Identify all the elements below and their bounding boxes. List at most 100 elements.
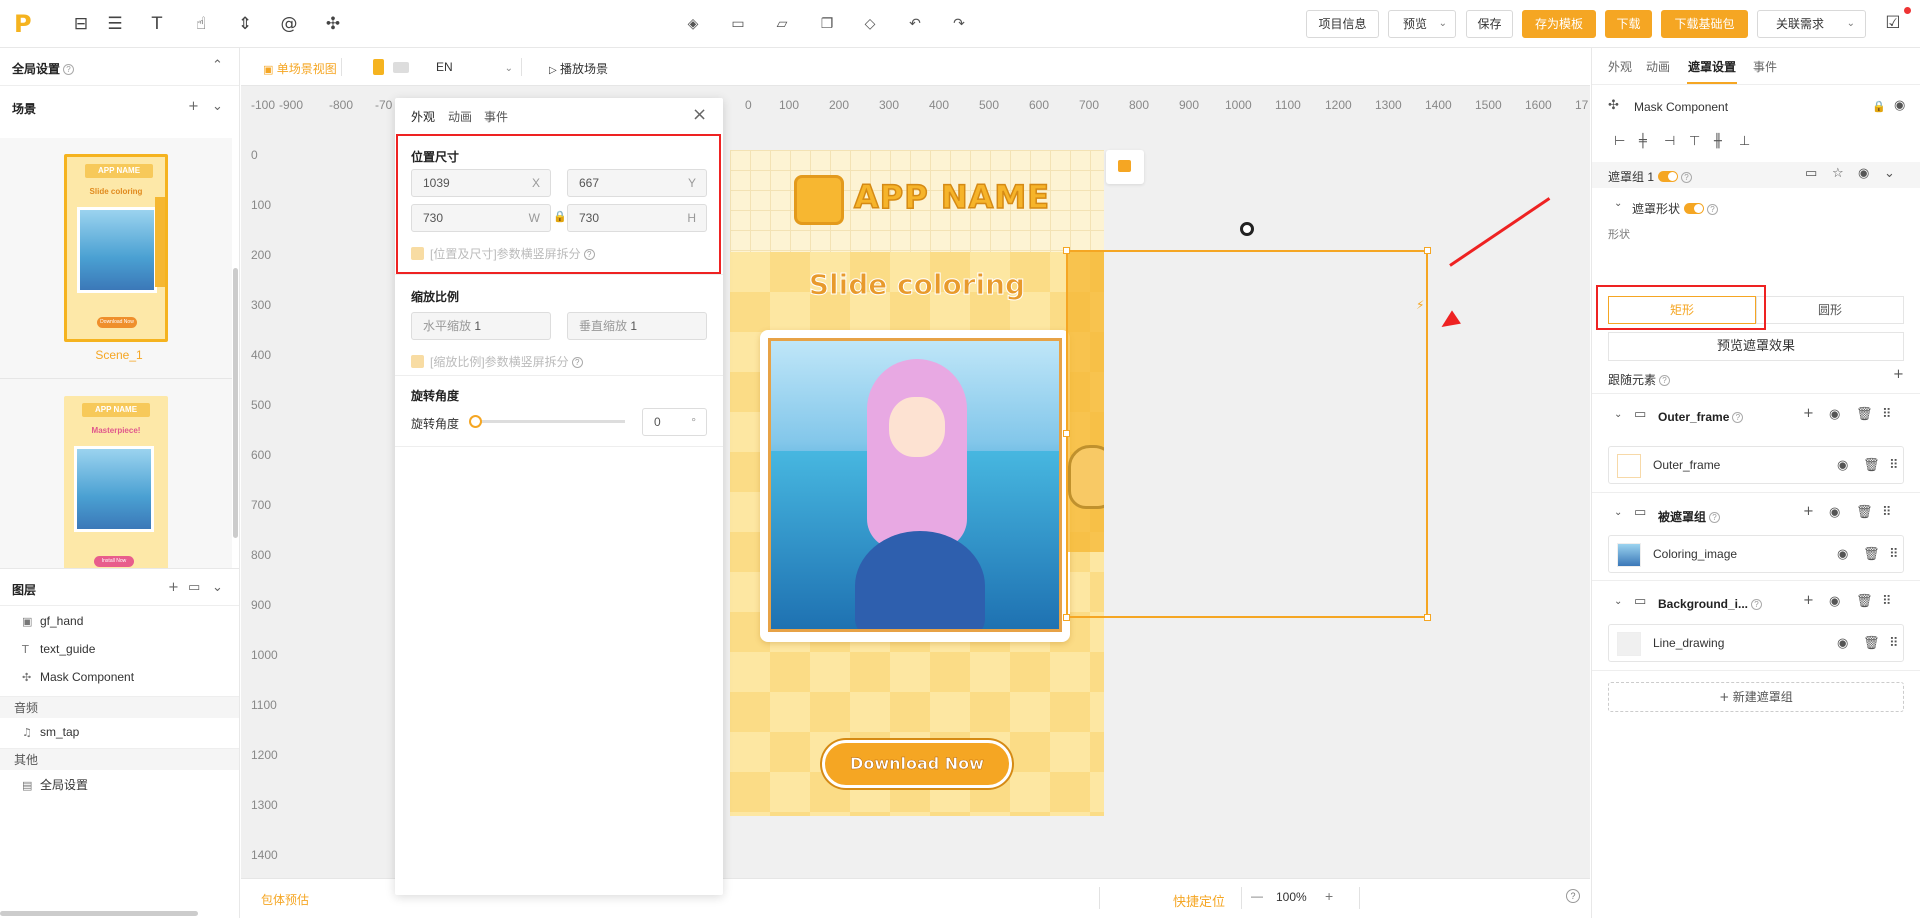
align-bottom-icon[interactable]: ⊥ (1739, 134, 1750, 149)
help-icon[interactable]: ? (1566, 889, 1580, 903)
help-icon[interactable]: ? (1707, 204, 1719, 215)
chevron-down-icon[interactable]: ⌄ (1614, 198, 1622, 209)
undo-icon[interactable]: ↶ (905, 14, 925, 34)
selection-box[interactable] (1066, 250, 1428, 618)
align-top-icon[interactable]: ⊤ (1689, 134, 1700, 149)
resize-handle[interactable] (1424, 614, 1431, 621)
download-now-button[interactable]: Download Now (822, 740, 1012, 788)
coloring-image-item[interactable]: Coloring_image ◉ 🗑 ⠿ (1608, 535, 1904, 573)
layer-item[interactable]: ▣ gf_hand (22, 614, 83, 628)
preview-mask-button[interactable]: 预览遮罩效果 (1608, 332, 1904, 361)
drag-handle-icon[interactable]: ⠿ (1882, 505, 1892, 520)
tab-events[interactable]: 事件 (1753, 58, 1777, 75)
hand-tool-icon[interactable]: ☝ (190, 13, 212, 35)
tab-appearance[interactable]: 外观 (1608, 58, 1632, 75)
circle-shape-button[interactable]: 圆形 (1756, 296, 1904, 324)
plugin-icon[interactable]: ✣ (322, 13, 344, 35)
resize-handle[interactable] (1063, 430, 1070, 437)
trash-icon[interactable]: 🗑 (1856, 594, 1873, 609)
folder-icon[interactable]: ▭ (728, 14, 748, 34)
help-icon[interactable]: ? (1659, 375, 1671, 386)
scene-thumbnail-2[interactable]: APP NAME Masterpiece! Install Now (64, 396, 168, 568)
landscape-toggle[interactable] (393, 62, 409, 73)
scene-tool-chip[interactable] (1106, 150, 1144, 184)
scrollbar[interactable] (233, 268, 238, 538)
eye-icon[interactable]: ◉ (1837, 458, 1848, 473)
horizontal-scrollbar[interactable] (0, 911, 198, 916)
scene-thumbnail-1[interactable]: APP NAME Slide coloring Download Now (64, 154, 168, 342)
drag-handle-icon[interactable]: ⠿ (1889, 636, 1899, 651)
other-item[interactable]: ▤ 全局设置 (22, 776, 88, 793)
help-icon[interactable]: ? (1751, 599, 1763, 610)
save-button[interactable]: 保存 (1466, 10, 1513, 38)
add-layer-icon[interactable]: + (168, 580, 179, 595)
related-requirements-dropdown[interactable]: 关联需求 ⌄ (1757, 10, 1866, 38)
resize-handle[interactable] (1424, 247, 1431, 254)
drag-handle-icon[interactable]: ⠿ (1889, 547, 1899, 562)
copy-icon[interactable]: ❐ (817, 14, 837, 34)
tab-animation[interactable]: 动画 (1646, 58, 1670, 75)
single-scene-view-button[interactable]: ▣ 单场景视图 (263, 60, 337, 77)
mask-group-row[interactable]: 遮罩组 1? ▭ ☆ ◉ ⌄ (1592, 162, 1920, 188)
scene-1-label[interactable]: Scene_1 (64, 348, 174, 362)
mask-group-toggle[interactable] (1658, 171, 1679, 182)
language-select[interactable]: EN ⌄ (436, 60, 513, 74)
task-check-icon[interactable]: ☑ (1882, 12, 1904, 34)
global-settings-header[interactable]: 全局设置? ⌃ (0, 48, 239, 86)
align-left-icon[interactable]: ⊢ (1614, 134, 1625, 149)
rotate-handle-icon[interactable] (1240, 222, 1254, 236)
outer-frame-item[interactable]: Outer_frame ◉ 🗑 ⠿ (1608, 446, 1904, 484)
folder-icon[interactable]: ▭ (188, 580, 200, 595)
project-info-button[interactable]: 项目信息 (1306, 10, 1379, 38)
new-mask-group-button[interactable]: + 新建遮罩组 (1608, 682, 1904, 712)
tab-events[interactable]: 事件 (484, 108, 508, 125)
folder-icon[interactable]: ▭ (1805, 166, 1817, 181)
eye-icon[interactable]: ◉ (1837, 636, 1848, 651)
align-right-icon[interactable]: ⊣ (1664, 134, 1675, 149)
trash-icon[interactable]: 🗑 (1863, 547, 1880, 562)
trash-icon[interactable]: 🗑 (1863, 636, 1880, 651)
split-scale-checkbox[interactable]: [缩放比例]参数横竖屏拆分? (411, 353, 583, 370)
rotation-input[interactable]: 0 ° (642, 408, 707, 436)
chevron-down-icon[interactable]: ⌄ (212, 99, 223, 114)
quick-locate-link[interactable]: 快捷定位 (1173, 891, 1225, 910)
add-scene-icon[interactable]: + (188, 99, 199, 114)
save-template-button[interactable]: 存为模板 (1522, 10, 1596, 38)
text-tool-icon[interactable]: T (146, 13, 168, 35)
layout-icon[interactable]: ☰ (104, 13, 126, 35)
chevron-down-icon[interactable]: ⌄ (1614, 507, 1622, 518)
eye-icon[interactable]: ◉ (1837, 547, 1848, 562)
trash-icon[interactable]: 🗑 (1856, 505, 1873, 520)
rotation-slider-track[interactable] (475, 420, 625, 423)
tab-animation[interactable]: 动画 (448, 108, 472, 125)
tab-appearance[interactable]: 外观 (411, 108, 435, 125)
help-icon[interactable]: ? (1732, 412, 1744, 423)
download-base-button[interactable]: 下载基础包 (1661, 10, 1748, 38)
layer-item[interactable]: Ttext_guide (22, 642, 95, 656)
layers-icon[interactable]: ◈ (683, 14, 703, 34)
drag-handle-icon[interactable]: ⠿ (1882, 407, 1892, 422)
eye-icon[interactable]: ◉ (1829, 407, 1840, 422)
lock-icon[interactable]: 🔒 (1872, 100, 1886, 113)
chevron-up-icon[interactable]: ⌃ (212, 58, 223, 73)
chevron-down-icon[interactable]: ⌄ (1614, 409, 1622, 420)
zoom-level[interactable]: 100% (1276, 890, 1307, 904)
eye-icon[interactable]: ◉ (1894, 98, 1905, 113)
drag-handle-icon[interactable]: ⠿ (1882, 594, 1892, 609)
add-icon[interactable]: + (1803, 593, 1814, 608)
tab-mask-settings[interactable]: 遮罩设置 (1688, 58, 1736, 75)
trash-icon[interactable]: 🗑 (1863, 458, 1880, 473)
package-estimate-link[interactable]: 包体预估 (261, 891, 309, 908)
download-button[interactable]: 下载 (1605, 10, 1652, 38)
eye-icon[interactable]: ◉ (1829, 505, 1840, 520)
inbox-icon[interactable]: ⊟ (70, 13, 92, 35)
vertical-scale-input[interactable]: 垂直缩放 1 (567, 312, 707, 340)
close-icon[interactable]: × (692, 104, 707, 125)
eye-icon[interactable]: ◉ (1829, 594, 1840, 609)
line-drawing-item[interactable]: Line_drawing ◉ 🗑 ⠿ (1608, 624, 1904, 662)
drag-handle-icon[interactable]: ⠿ (1889, 458, 1899, 473)
redo-icon[interactable]: ↷ (949, 14, 969, 34)
play-scene-button[interactable]: ▷ 播放场景 (549, 60, 608, 77)
star-icon[interactable]: ☆ (1832, 166, 1844, 181)
zoom-out-button[interactable]: — (1251, 889, 1263, 903)
